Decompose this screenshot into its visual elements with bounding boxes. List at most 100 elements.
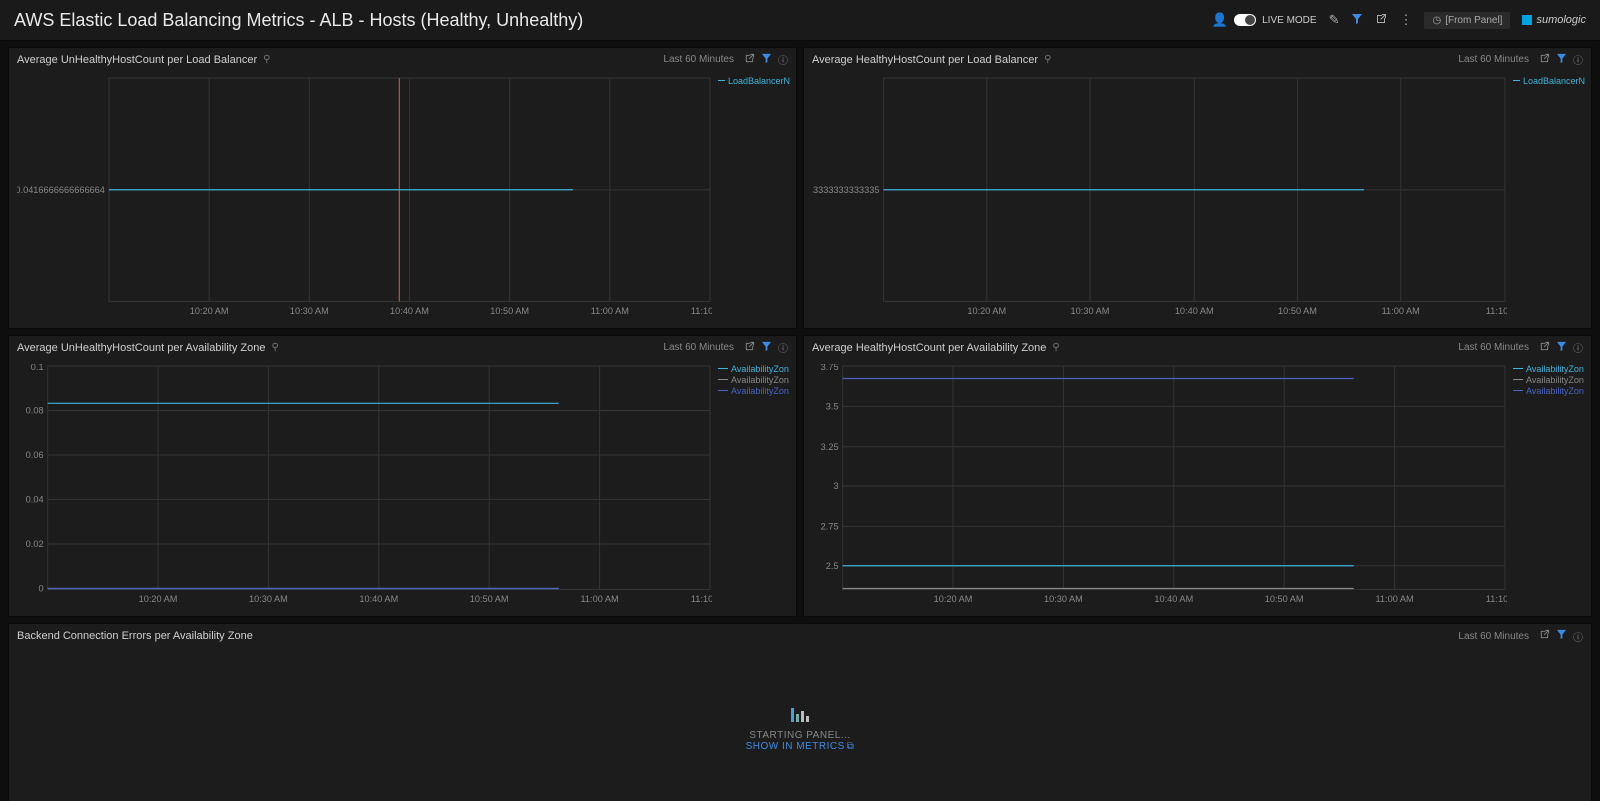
svg-text:11:10 AM: 11:10 AM — [1486, 306, 1507, 316]
y-tick: 0.0416666666666664 — [17, 185, 105, 195]
legend-item[interactable]: AvailabilityZon — [718, 386, 790, 396]
panel-unhealthy-per-az: Average UnHealthyHostCount per Availabil… — [8, 335, 797, 617]
panel-info-icon[interactable]: ⓘ — [1573, 52, 1583, 67]
panel-filter-icon[interactable] — [1556, 341, 1567, 355]
zoom-icon[interactable]: ⚲ — [263, 54, 270, 65]
svg-text:10:30 AM: 10:30 AM — [249, 594, 288, 604]
live-mode-label: LIVE MODE — [1262, 15, 1316, 26]
svg-text:0.1: 0.1 — [31, 364, 44, 372]
panel-time-range: Last 60 Minutes — [1458, 342, 1529, 353]
svg-text:3.3333333333335: 3.3333333333335 — [812, 185, 879, 195]
svg-text:10:50 AM: 10:50 AM — [1265, 594, 1304, 604]
chart-area[interactable]: 3.3333333333335 10:20 AM 10:30 AM 10:40 … — [812, 76, 1507, 324]
header-controls: 👤 LIVE MODE ✎ ⋮ ◷ [From Panel] sumologic — [1212, 12, 1586, 29]
svg-text:10:40 AM: 10:40 AM — [359, 594, 398, 604]
svg-text:10:20 AM: 10:20 AM — [190, 306, 229, 316]
panel-filter-icon[interactable] — [1556, 629, 1567, 643]
loading-bars-icon — [791, 708, 809, 722]
share-icon[interactable] — [1375, 13, 1387, 28]
zoom-icon[interactable]: ⚲ — [1052, 342, 1059, 353]
panel-info-icon[interactable]: ⓘ — [1573, 629, 1583, 644]
svg-text:0.08: 0.08 — [26, 405, 44, 415]
svg-text:0: 0 — [38, 583, 43, 593]
panel-title: Average UnHealthyHostCount per Availabil… — [17, 342, 265, 354]
svg-text:2.5: 2.5 — [826, 561, 839, 571]
loading-text: STARTING PANEL... — [749, 730, 850, 741]
panel-share-icon[interactable] — [744, 53, 755, 67]
svg-text:0.02: 0.02 — [26, 539, 44, 549]
svg-text:11:10 AM: 11:10 AM — [1486, 594, 1507, 604]
panel-info-icon[interactable]: ⓘ — [778, 52, 788, 67]
svg-text:10:40 AM: 10:40 AM — [1175, 306, 1214, 316]
svg-text:10:40 AM: 10:40 AM — [390, 306, 429, 316]
edit-icon[interactable]: ✎ — [1329, 12, 1340, 28]
svg-text:10:20 AM: 10:20 AM — [139, 594, 178, 604]
chart-area[interactable]: 0.0416666666666664 10:20 AM 10:30 AM 10:… — [17, 76, 712, 324]
svg-text:11:00 AM: 11:00 AM — [580, 594, 618, 604]
svg-text:11:10 AM: 11:10 AM — [691, 594, 712, 604]
loading-state: STARTING PANEL... SHOW IN METRICS ⧉ — [9, 648, 1591, 801]
app-header: AWS Elastic Load Balancing Metrics - ALB… — [0, 0, 1600, 41]
panel-title: Average HealthyHostCount per Load Balanc… — [812, 54, 1038, 66]
legend: LoadBalancerN — [1511, 72, 1591, 328]
filter-icon[interactable] — [1351, 13, 1363, 28]
legend-item[interactable]: LoadBalancerN — [718, 76, 790, 86]
panel-share-icon[interactable] — [744, 341, 755, 355]
legend-item[interactable]: AvailabilityZon — [1513, 375, 1585, 385]
panel-share-icon[interactable] — [1539, 53, 1550, 67]
svg-text:10:40 AM: 10:40 AM — [1154, 594, 1193, 604]
legend-item[interactable]: LoadBalancerN — [1513, 76, 1585, 86]
panel-healthy-per-lb: Average HealthyHostCount per Load Balanc… — [803, 47, 1592, 329]
page-title: AWS Elastic Load Balancing Metrics - ALB… — [14, 10, 583, 31]
time-range-button[interactable]: ◷ [From Panel] — [1424, 12, 1510, 29]
panel-title: Average UnHealthyHostCount per Load Bala… — [17, 54, 257, 66]
panel-share-icon[interactable] — [1539, 629, 1550, 643]
svg-text:11:10 AM: 11:10 AM — [691, 306, 712, 316]
zoom-icon[interactable]: ⚲ — [271, 342, 278, 353]
legend: AvailabilityZon AvailabilityZon Availabi… — [1511, 360, 1591, 616]
brand-square-icon — [1522, 15, 1532, 25]
panel-time-range: Last 60 Minutes — [663, 54, 734, 65]
clock-icon: ◷ — [1432, 15, 1441, 26]
svg-text:10:30 AM: 10:30 AM — [1071, 306, 1110, 316]
panel-filter-icon[interactable] — [761, 341, 772, 355]
svg-text:11:00 AM: 11:00 AM — [591, 306, 629, 316]
svg-text:11:00 AM: 11:00 AM — [1375, 594, 1413, 604]
chart-area[interactable]: 3.75 3.5 3.25 3 2.75 2.5 10:20 AM 10:30 … — [812, 364, 1507, 612]
more-icon[interactable]: ⋮ — [1399, 12, 1412, 28]
live-mode-toggle[interactable] — [1234, 14, 1256, 26]
svg-text:3: 3 — [833, 481, 838, 491]
svg-text:11:00 AM: 11:00 AM — [1382, 306, 1420, 316]
svg-text:10:50 AM: 10:50 AM — [1278, 306, 1317, 316]
panel-title: Average HealthyHostCount per Availabilit… — [812, 342, 1046, 354]
panel-info-icon[interactable]: ⓘ — [1573, 340, 1583, 355]
panel-title: Backend Connection Errors per Availabili… — [17, 630, 253, 642]
panel-healthy-per-az: Average HealthyHostCount per Availabilit… — [803, 335, 1592, 617]
legend-item[interactable]: AvailabilityZon — [1513, 364, 1585, 374]
panel-info-icon[interactable]: ⓘ — [778, 340, 788, 355]
chart-area[interactable]: 0.1 0.08 0.06 0.04 0.02 0 10:20 AM 10:30… — [17, 364, 712, 612]
panel-time-range: Last 60 Minutes — [1458, 631, 1529, 642]
legend-item[interactable]: AvailabilityZon — [718, 364, 790, 374]
svg-text:3.5: 3.5 — [826, 401, 839, 411]
svg-text:3.75: 3.75 — [821, 364, 839, 372]
brand-logo: sumologic — [1522, 14, 1586, 26]
svg-text:10:30 AM: 10:30 AM — [1044, 594, 1083, 604]
legend-item[interactable]: AvailabilityZon — [1513, 386, 1585, 396]
legend: AvailabilityZon AvailabilityZon Availabi… — [716, 360, 796, 616]
svg-text:10:20 AM: 10:20 AM — [967, 306, 1006, 316]
panel-share-icon[interactable] — [1539, 341, 1550, 355]
svg-text:10:20 AM: 10:20 AM — [934, 594, 973, 604]
legend-item[interactable]: AvailabilityZon — [718, 375, 790, 385]
legend: LoadBalancerN — [716, 72, 796, 328]
svg-text:3.25: 3.25 — [821, 442, 839, 452]
panel-time-range: Last 60 Minutes — [1458, 54, 1529, 65]
show-in-metrics-link[interactable]: SHOW IN METRICS ⧉ — [746, 741, 855, 752]
panel-filter-icon[interactable] — [761, 53, 772, 67]
panel-backend-errors: Backend Connection Errors per Availabili… — [8, 623, 1592, 801]
panel-filter-icon[interactable] — [1556, 53, 1567, 67]
svg-text:10:50 AM: 10:50 AM — [490, 306, 529, 316]
zoom-icon[interactable]: ⚲ — [1044, 54, 1051, 65]
panel-unhealthy-per-lb: Average UnHealthyHostCount per Load Bala… — [8, 47, 797, 329]
external-link-icon: ⧉ — [847, 741, 855, 752]
